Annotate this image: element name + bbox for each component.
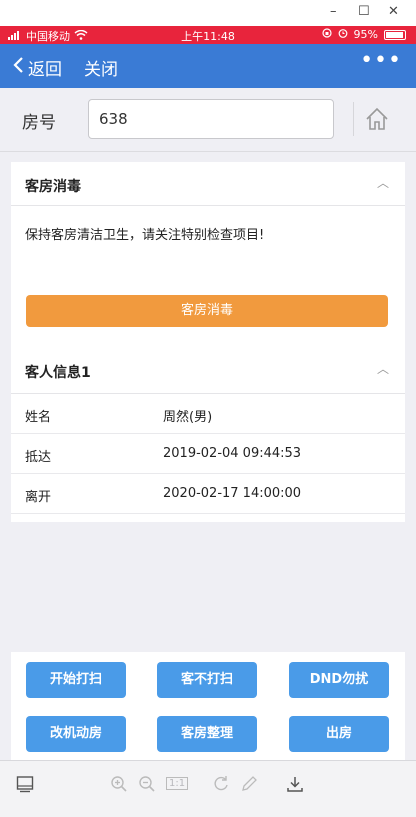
action-panel: 开始打扫 客不打扫 DND勿扰 改机动房 客房整理 出房 [11,652,405,760]
guest-header[interactable]: 客人信息1 ︿ [11,348,405,394]
disinfect-notice: 保持客房清洁卫生，请关注特别检查项目! [25,228,265,243]
battery-icon [384,29,406,40]
close-button[interactable]: 关闭 [84,55,118,80]
status-bar: 中国移动 上午11:48 95% [0,26,416,44]
start-cleaning-button[interactable]: 开始打扫 [26,662,126,698]
disinfect-header[interactable]: 客房消毒 ︿ [11,162,405,206]
lock-rotation-icon [321,28,332,41]
nav-bar: 返回 关闭 ••• [0,44,416,88]
bottom-toolbar: 1:1 [0,760,416,817]
exit-room-button[interactable]: 出房 [289,716,389,752]
actual-size-icon[interactable]: 1:1 [166,777,189,790]
chevron-left-icon [12,56,24,79]
zoom-in-icon[interactable] [110,775,128,797]
guest-card: 客人信息1 ︿ 姓名 周然(男) 抵达 2019-02-04 09:44:53 … [11,348,405,522]
divider [353,102,354,136]
disinfect-button[interactable]: 客房消毒 [26,295,388,327]
guest-row-arrival: 抵达 2019-02-04 09:44:53 [11,434,405,474]
guest-row-departure: 离开 2020-02-17 14:00:00 [11,474,405,514]
home-icon[interactable] [364,106,390,132]
close-window-button[interactable]: ✕ [388,4,399,19]
chevron-up-icon: ︿ [376,362,389,376]
disinfect-card: 客房消毒 ︿ 保持客房清洁卫生，请关注特别检查项目! 客房消毒 [11,162,405,348]
back-label: 返回 [28,60,62,80]
chevron-up-icon: ︿ [376,176,389,190]
room-number-input[interactable] [88,99,334,139]
download-icon[interactable] [286,775,304,797]
back-button[interactable]: 返回 [12,55,62,80]
rotate-icon[interactable] [212,775,230,797]
sidebar-toggle-icon[interactable] [16,775,34,797]
pencil-icon[interactable] [240,775,258,797]
room-tidy-button[interactable]: 客房整理 [157,716,257,752]
dnd-button[interactable]: DND勿扰 [289,662,389,698]
info-value: 周然(男) [163,410,213,425]
info-label: 姓名 [25,410,52,425]
alarm-icon [338,28,348,41]
info-label: 抵达 [25,450,52,465]
guest-declines-cleaning-button[interactable]: 客不打扫 [157,662,257,698]
minimize-button[interactable]: – [330,4,337,19]
info-value: 2019-02-04 09:44:53 [163,446,302,461]
disinfect-title: 客房消毒 [25,179,81,195]
info-value: 2020-02-17 14:00:00 [163,486,302,501]
window-titlebar: – ☐ ✕ [0,0,416,26]
room-label: 房号 [22,113,56,133]
battery-level [386,31,404,38]
more-menu-button[interactable]: ••• [360,48,402,73]
guest-title: 客人信息1 [25,365,91,381]
info-label: 离开 [25,490,52,505]
change-to-mobile-room-button[interactable]: 改机动房 [26,716,126,752]
room-row: 房号 [0,88,416,152]
battery-percent: 95% [353,28,378,41]
guest-row-name: 姓名 周然(男) [11,394,405,434]
zoom-out-icon[interactable] [138,775,156,797]
maximize-button[interactable]: ☐ [358,4,370,19]
